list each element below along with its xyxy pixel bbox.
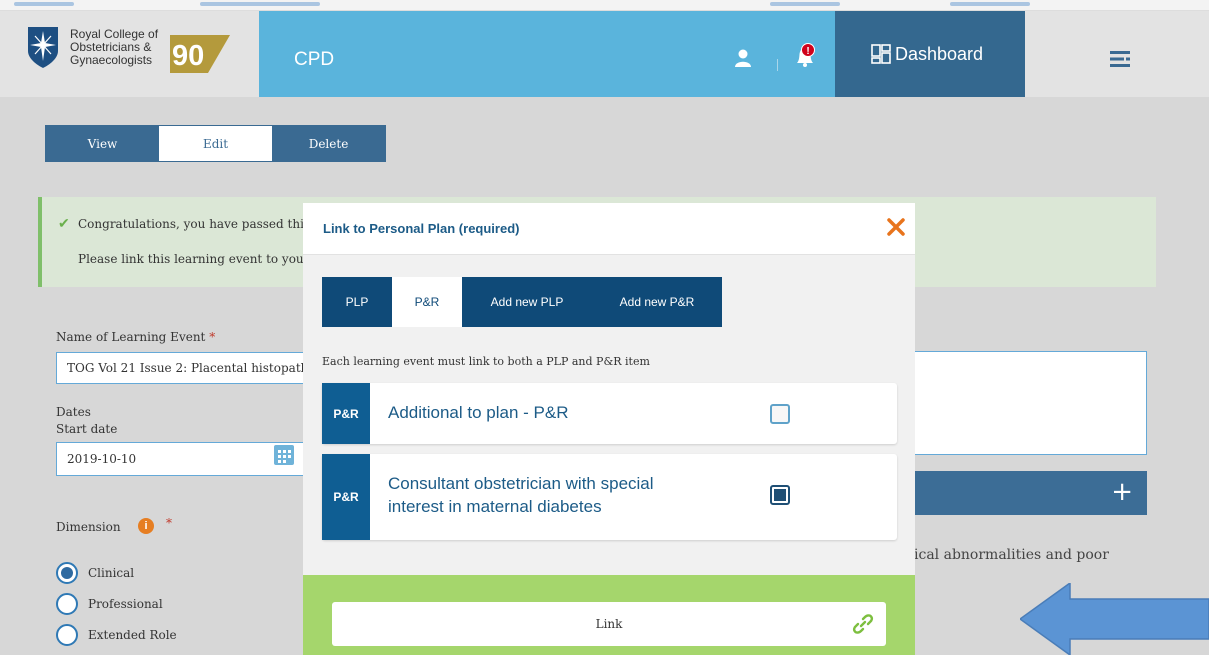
start-date-label: Start date bbox=[56, 422, 118, 436]
modal-footer: Link bbox=[303, 575, 915, 655]
view-button[interactable]: View bbox=[46, 126, 159, 161]
required-mark: * bbox=[166, 516, 172, 530]
item-tag: P&R bbox=[322, 383, 370, 444]
org-name-line: Gynaecologists bbox=[70, 53, 153, 67]
link-button-label: Link bbox=[595, 617, 623, 631]
start-date-input[interactable]: 2019-10-10 bbox=[56, 442, 306, 476]
anniversary-number: 90 bbox=[172, 40, 204, 72]
radio-extended-role-label: Extended Role bbox=[88, 628, 177, 642]
item-title: Additional to plan - P&R bbox=[388, 401, 569, 424]
divider bbox=[777, 59, 778, 71]
menu-area bbox=[1025, 11, 1209, 97]
name-label-text: Name of Learning Event bbox=[56, 330, 206, 344]
radio-extended-role[interactable] bbox=[56, 624, 78, 646]
menu-icon[interactable] bbox=[1110, 51, 1130, 67]
plan-item[interactable]: P&R Additional to plan - P&R bbox=[322, 383, 897, 444]
alert-instruction: Please link this learning event to you bbox=[78, 252, 304, 266]
notification-badge: ! bbox=[806, 46, 809, 57]
browser-tab-strip bbox=[0, 0, 1209, 11]
bell-icon[interactable]: ! bbox=[794, 43, 816, 69]
arrow-left-icon bbox=[1020, 583, 1209, 655]
plan-item[interactable]: P&R Consultant obstetrician with special… bbox=[322, 454, 897, 540]
background-text: ical abnormalities and poor bbox=[914, 547, 1109, 563]
item-tag: P&R bbox=[322, 454, 370, 540]
user-icon[interactable] bbox=[735, 49, 751, 67]
anniversary-badge: 90 bbox=[170, 35, 230, 73]
info-icon[interactable]: i bbox=[138, 518, 154, 534]
alert-message: Congratulations, you have passed thi bbox=[78, 217, 304, 231]
modal-instruction: Each learning event must link to both a … bbox=[322, 355, 650, 368]
item-title-line: interest in maternal diabetes bbox=[388, 497, 602, 516]
tab-plp[interactable]: PLP bbox=[322, 277, 392, 327]
event-name-input[interactable]: TOG Vol 21 Issue 2: Placental histopatl bbox=[56, 352, 306, 384]
modal-title: Link to Personal Plan (required) bbox=[323, 221, 520, 236]
section-bar: CPD ! bbox=[259, 11, 835, 97]
required-mark: * bbox=[209, 330, 216, 344]
plan-tabs: PLP P&R Add new PLP Add new P&R bbox=[322, 277, 722, 327]
delete-button[interactable]: Delete bbox=[272, 126, 385, 161]
org-name: Royal College of Obstetricians & Gynaeco… bbox=[70, 28, 158, 67]
rcog-logo[interactable]: Royal College of Obstetricians & Gynaeco… bbox=[0, 11, 259, 97]
radio-professional-label: Professional bbox=[88, 597, 163, 611]
check-icon: ✔ bbox=[58, 216, 70, 232]
section-title: CPD bbox=[294, 49, 335, 70]
tab-add-new-plp[interactable]: Add new PLP bbox=[462, 277, 592, 327]
edit-button[interactable]: Edit bbox=[159, 126, 272, 161]
item-checkbox[interactable] bbox=[770, 485, 790, 505]
description-textarea[interactable] bbox=[914, 351, 1147, 455]
calendar-icon[interactable] bbox=[274, 445, 294, 465]
item-title: Consultant obstetrician with special int… bbox=[388, 472, 654, 518]
plus-icon: + bbox=[1111, 477, 1133, 507]
site-header: Royal College of Obstetricians & Gynaeco… bbox=[0, 11, 1209, 97]
dashboard-label: Dashboard bbox=[895, 44, 984, 64]
tab-add-new-pr[interactable]: Add new P&R bbox=[592, 277, 722, 327]
name-label: Name of Learning Event * bbox=[56, 330, 215, 344]
link-icon bbox=[852, 614, 874, 634]
dates-label: Dates bbox=[56, 405, 91, 419]
record-actions: View Edit Delete bbox=[45, 125, 386, 162]
close-icon[interactable] bbox=[886, 217, 906, 237]
dashboard-button[interactable]: Dashboard bbox=[835, 11, 1025, 97]
item-title-line: Additional to plan - P&R bbox=[388, 403, 569, 422]
link-plan-modal: Link to Personal Plan (required) PLP P&R… bbox=[303, 203, 915, 655]
add-item-button[interactable]: + bbox=[914, 471, 1147, 515]
tab-pr[interactable]: P&R bbox=[392, 277, 462, 327]
radio-clinical[interactable] bbox=[56, 562, 78, 584]
radio-professional[interactable] bbox=[56, 593, 78, 615]
modal-header: Link to Personal Plan (required) bbox=[303, 203, 915, 255]
dashboard-icon bbox=[871, 44, 891, 64]
star-shield-icon bbox=[28, 27, 58, 68]
dimension-label: Dimension bbox=[56, 520, 121, 534]
item-title-line: Consultant obstetrician with special bbox=[388, 474, 654, 493]
radio-clinical-label: Clinical bbox=[88, 566, 135, 580]
item-checkbox[interactable] bbox=[770, 404, 790, 424]
link-button[interactable]: Link bbox=[332, 602, 886, 646]
